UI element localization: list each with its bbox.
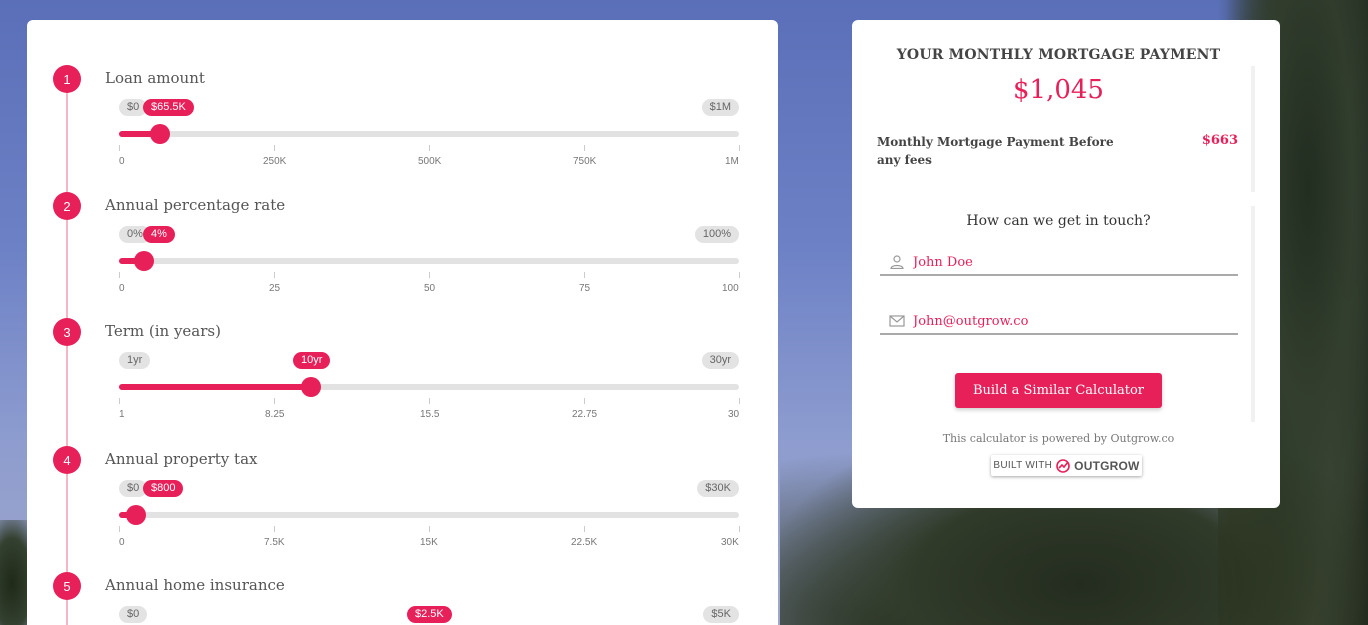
slider-tick-label: 75 (579, 283, 591, 294)
slider-track[interactable] (119, 505, 739, 525)
slider-max-label: 30yr (701, 352, 739, 369)
slider-tick (274, 526, 275, 532)
slider-tick-label: 100 (722, 283, 739, 294)
badge-brand-text: OUTGROW (1074, 458, 1140, 473)
slider-tick (429, 526, 430, 532)
question-number: 4 (53, 446, 81, 474)
slider-fill (119, 384, 312, 390)
build-calculator-button[interactable]: Build a Similar Calculator (955, 373, 1162, 408)
slider-track[interactable] (119, 124, 739, 144)
slider-tick (119, 526, 120, 532)
result-title: YOUR MONTHLY MORTGAGE PAYMENT (896, 47, 1221, 63)
contact-title: How can we get in touch? (966, 213, 1151, 229)
slider-tick (274, 272, 275, 278)
slider-min-label: 1yr (119, 352, 151, 369)
slider-tick-label: 8.25 (265, 409, 285, 420)
question-number: 2 (53, 192, 81, 220)
slider-tick-label: 0 (119, 283, 125, 294)
slider-thumb[interactable] (133, 251, 154, 271)
slider-tick-label: 30K (721, 537, 739, 548)
slider-tick (119, 145, 120, 151)
name-input[interactable] (913, 252, 1223, 272)
slider-min-label: $0 (119, 606, 148, 623)
slider-thumb[interactable] (125, 505, 146, 525)
slider-tick (739, 145, 740, 151)
question-title: Loan amount (105, 69, 205, 87)
slider-tick-label: 1M (725, 156, 739, 167)
slider-tick (584, 398, 585, 404)
slider-tick-label: 15K (420, 537, 438, 548)
slider-thumb[interactable] (301, 377, 322, 397)
email-input[interactable] (913, 311, 1223, 331)
slider-max-label: 100% (694, 226, 739, 243)
breakdown-label: Monthly Mortgage Payment Before any fees (877, 135, 1114, 167)
slider-tick-label: 7.5K (264, 537, 285, 548)
slider-tick-label: 22.5K (571, 537, 598, 548)
question-number: 5 (53, 572, 81, 600)
slider-tick (584, 145, 585, 151)
slider-tick-label: 250K (263, 156, 287, 167)
email-field[interactable] (880, 309, 1238, 335)
powered-by-text: This calculator is powered by Outgrow.co (942, 432, 1175, 445)
slider-value-label: 10yr (293, 352, 331, 369)
slider-track[interactable] (119, 251, 739, 271)
slider-tick-label: 30 (728, 409, 740, 420)
question-title: Annual home insurance (105, 576, 285, 594)
slider-tick (274, 398, 275, 404)
slider-value-label: $800 (143, 480, 184, 497)
slider-max-label: $1M (701, 99, 739, 116)
question-title: Annual property tax (105, 450, 258, 468)
slider-tick (274, 145, 275, 151)
slider-value-label: $2.5K (407, 606, 452, 623)
name-field[interactable] (880, 250, 1238, 276)
built-with-outgrow-badge[interactable]: BUILT WITH OUTGROW (991, 455, 1142, 476)
results-card: YOUR MONTHLY MORTGAGE PAYMENT $1,045 Mon… (852, 20, 1280, 508)
slider-tick (739, 526, 740, 532)
question-title: Annual percentage rate (105, 196, 286, 214)
slider-max-label: $30K (697, 480, 739, 497)
slider-tick-label: 500K (418, 156, 442, 167)
slider-tick (119, 272, 120, 278)
slider-tick-label: 25 (269, 283, 281, 294)
slider-tick (739, 272, 740, 278)
question-number: 1 (53, 65, 81, 93)
slider-tick-label: 22.75 (572, 409, 598, 420)
slider-track[interactable] (119, 377, 739, 397)
slider-tick (119, 398, 120, 404)
slider-value-label: $65.5K (143, 99, 194, 116)
mail-icon (889, 315, 905, 327)
slider-max-label: $5K (703, 606, 739, 623)
user-icon (890, 255, 904, 269)
slider-tick (584, 526, 585, 532)
slider-tick-label: 15.5 (420, 409, 440, 420)
slider-tick-label: 50 (424, 283, 436, 294)
badge-built-text: BUILT WITH (993, 460, 1053, 471)
slider-tick-label: 1 (119, 409, 125, 420)
slider-tick-label: 0 (119, 156, 125, 167)
outgrow-logo-icon (1056, 458, 1070, 473)
slider-tick (584, 272, 585, 278)
slider-tick-label: 750K (573, 156, 597, 167)
slider-tick (429, 272, 430, 278)
question-title: Term (in years) (105, 322, 221, 340)
slider-thumb[interactable] (149, 124, 170, 144)
question-number: 3 (53, 318, 81, 346)
slider-tick (429, 398, 430, 404)
slider-tick (739, 398, 740, 404)
progress-timeline (66, 80, 68, 625)
result-value: $1,045 (1013, 75, 1104, 105)
questions-card: 1 Loan amount $0 $1M $65.5K 0 250K 500K 750K 1M 2 A… (27, 20, 778, 625)
contact-scrollbar[interactable] (1251, 206, 1255, 422)
slider-tick (429, 145, 430, 151)
slider-tick-label: 0 (119, 537, 125, 548)
slider-value-label: 4% (143, 226, 175, 243)
breakdown-value: $663 (1201, 133, 1238, 148)
